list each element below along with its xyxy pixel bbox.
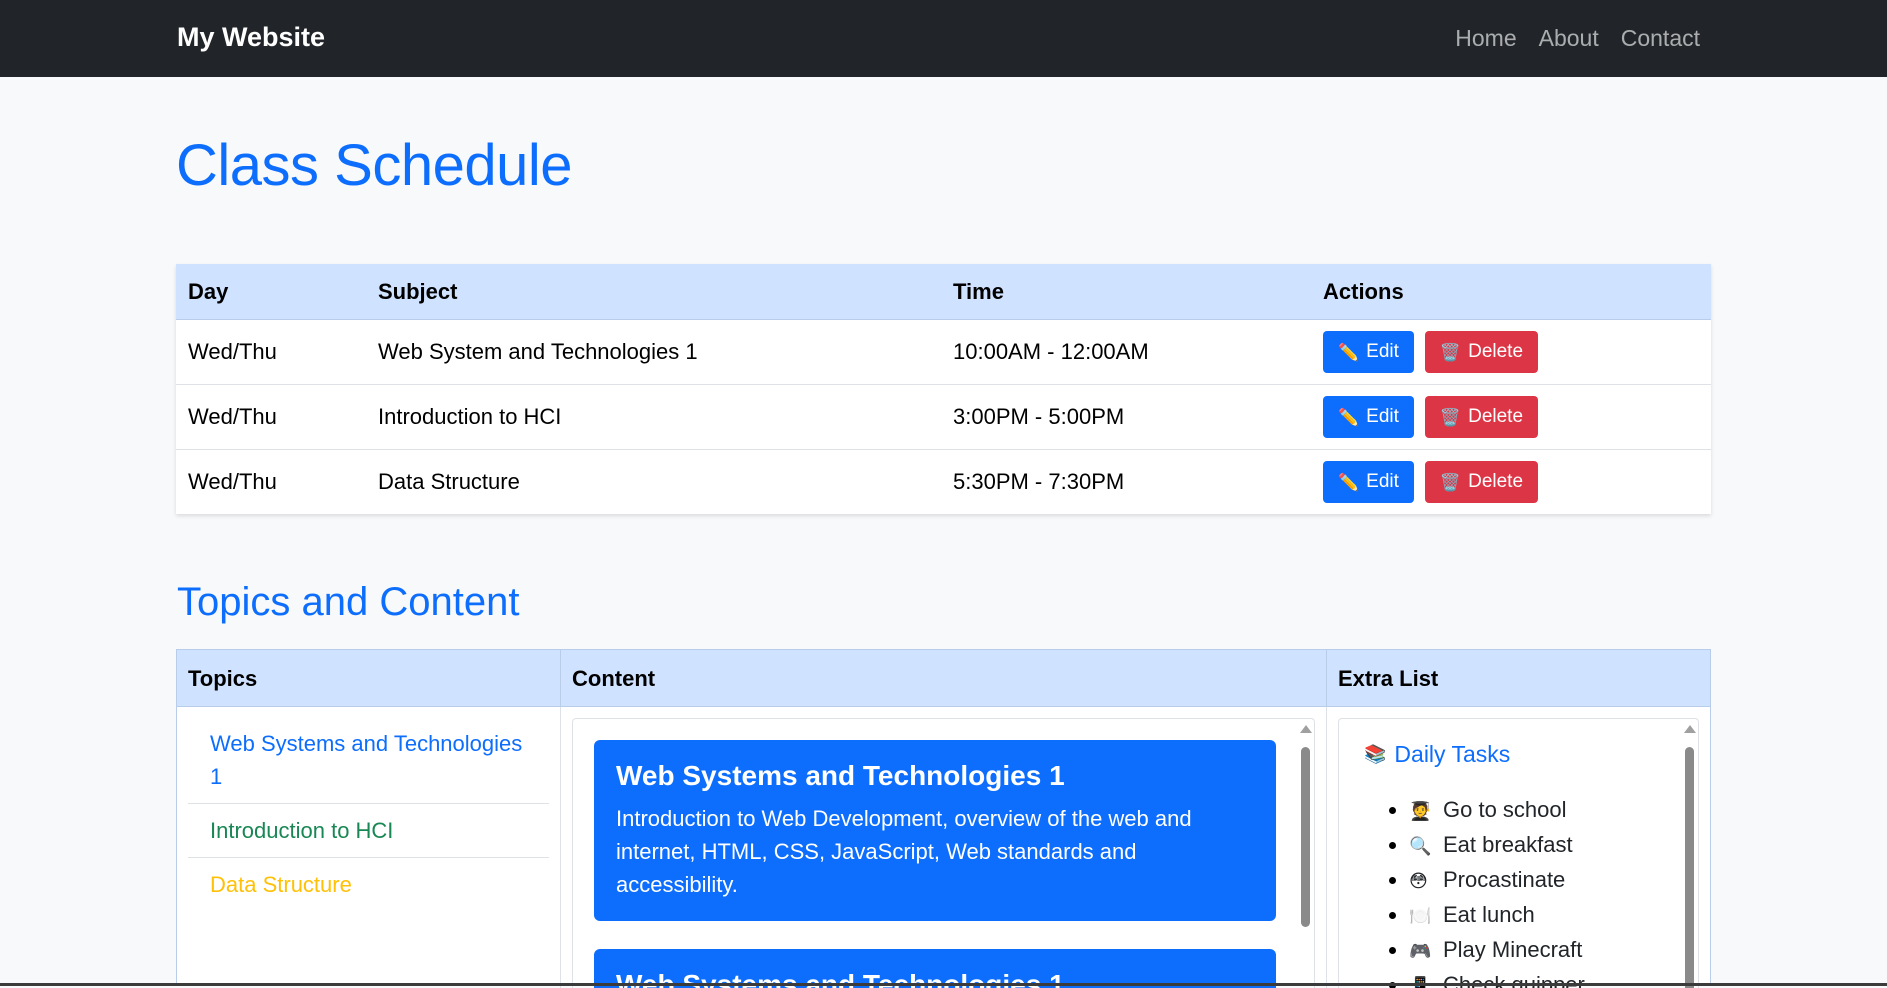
card-text: Introduction to Web Development, overvie… — [616, 806, 1192, 897]
schedule-header-row: Day Subject Time Actions — [176, 264, 1711, 320]
plate-icon: 🍽️ — [1409, 906, 1432, 926]
task-label: Play Minecraft — [1443, 937, 1583, 962]
extra-list-scroll-area[interactable]: 📚 Daily Tasks 🧑‍🎓 Go to school 🔍 Eat break… — [1338, 718, 1699, 988]
topics-table: Topics Content Extra List Web Systems an… — [176, 649, 1711, 988]
student-icon: 🧑‍🎓 — [1409, 801, 1432, 821]
actions-cell: ✏️ Edit 🗑️ Delete — [1311, 331, 1711, 373]
delete-button[interactable]: 🗑️ Delete — [1424, 396, 1539, 438]
time-cell: 10:00AM - 12:00AM — [953, 339, 1149, 364]
daily-tasks-heading: 📚 Daily Tasks — [1364, 741, 1510, 768]
edit-button[interactable]: ✏️ Edit — [1323, 461, 1414, 503]
list-item: 😳 Procastinate — [1409, 863, 1585, 898]
edit-label: Edit — [1366, 471, 1399, 492]
list-item: Introduction to HCI — [188, 804, 549, 858]
topics-cell: Web Systems and Technologies 1 Introduct… — [177, 707, 561, 988]
topic-list: Web Systems and Technologies 1 Introduct… — [177, 707, 560, 911]
books-icon: 📚 — [1364, 744, 1387, 764]
card-title: Web Systems and Technologies 1 — [616, 760, 1065, 791]
day-cell: Wed/Thu — [188, 404, 277, 429]
actions-cell: ✏️ Edit 🗑️ Delete — [1311, 461, 1711, 503]
delete-label: Delete — [1468, 471, 1524, 492]
day-cell: Wed/Thu — [188, 469, 277, 494]
topics-body-row: Web Systems and Technologies 1 Introduct… — [177, 707, 1710, 988]
daily-tasks-list: 🧑‍🎓 Go to school 🔍 Eat breakfast 😳 Procasti… — [1381, 793, 1585, 988]
content-scrollbar[interactable] — [1298, 725, 1312, 988]
navbar: My Website Home About Contact — [0, 0, 1887, 77]
column-header-content: Content — [561, 650, 1327, 706]
task-label: Procastinate — [1443, 867, 1566, 892]
list-item: Data Structure — [188, 858, 549, 911]
edit-button[interactable]: ✏️ Edit — [1323, 331, 1414, 373]
topics-header-row: Topics Content Extra List — [177, 650, 1710, 707]
nav-links: Home About Contact — [1455, 25, 1700, 52]
content-scroll-area[interactable]: Web Systems and Technologies 1 Introduct… — [572, 718, 1315, 988]
column-header-extra-list: Extra List — [1338, 666, 1439, 691]
scroll-up-arrow-icon[interactable] — [1684, 725, 1696, 733]
trash-icon: 🗑️ — [1439, 407, 1462, 427]
column-header-topics: Topics — [177, 650, 561, 706]
section-title: Topics and Content — [177, 580, 520, 624]
flushed-face-icon: 😳 — [1409, 871, 1428, 891]
trash-icon: 🗑️ — [1439, 472, 1462, 492]
schedule-table: Day Subject Time Actions Wed/Thu Web Sys… — [176, 264, 1711, 514]
delete-label: Delete — [1468, 341, 1524, 362]
edit-label: Edit — [1366, 406, 1399, 427]
topic-link-web-systems[interactable]: Web Systems and Technologies 1 — [210, 731, 522, 789]
time-cell: 3:00PM - 5:00PM — [953, 404, 1125, 429]
column-header-day: Day — [188, 278, 229, 304]
column-header-actions: Actions — [1323, 278, 1404, 304]
delete-button[interactable]: 🗑️ Delete — [1424, 331, 1539, 373]
list-item: 🍽️ Eat lunch — [1409, 898, 1585, 933]
list-item: 🔍 Eat breakfast — [1409, 828, 1585, 863]
subject-cell: Introduction to HCI — [378, 404, 562, 429]
nav-link-home[interactable]: Home — [1455, 25, 1516, 52]
task-label: Eat lunch — [1443, 902, 1535, 927]
brand-logo[interactable]: My Website — [177, 22, 325, 53]
scroll-thumb[interactable] — [1685, 747, 1694, 988]
content-card: Web Systems and Technologies 1 Introduct… — [594, 740, 1276, 921]
daily-tasks-title: Daily Tasks — [1394, 741, 1511, 767]
list-item: Web Systems and Technologies 1 — [188, 717, 549, 804]
magnifier-icon: 🔍 — [1409, 836, 1432, 856]
table-row: Wed/Thu Data Structure 5:30PM - 7:30PM ✏… — [176, 450, 1711, 514]
day-cell: Wed/Thu — [188, 339, 277, 364]
scroll-up-arrow-icon[interactable] — [1300, 725, 1312, 733]
delete-label: Delete — [1468, 406, 1524, 427]
column-header-time: Time — [953, 278, 1004, 304]
table-row: Wed/Thu Web System and Technologies 1 10… — [176, 320, 1711, 385]
subject-cell: Data Structure — [378, 469, 520, 494]
column-header-subject: Subject — [378, 278, 458, 304]
pencil-icon: ✏️ — [1338, 342, 1360, 362]
scroll-thumb[interactable] — [1301, 747, 1310, 927]
edit-label: Edit — [1366, 341, 1399, 362]
task-label: Go to school — [1443, 797, 1567, 822]
trash-icon: 🗑️ — [1439, 342, 1462, 362]
edit-button[interactable]: ✏️ Edit — [1323, 396, 1414, 438]
task-label: Eat breakfast — [1443, 832, 1573, 857]
list-item: 🧑‍🎓 Go to school — [1409, 793, 1585, 828]
pencil-icon: ✏️ — [1338, 472, 1360, 492]
page-title: Class Schedule — [176, 133, 573, 198]
pencil-icon: ✏️ — [1338, 407, 1360, 427]
topic-link-data-structure[interactable]: Data Structure — [210, 872, 352, 897]
table-row: Wed/Thu Introduction to HCI 3:00PM - 5:0… — [176, 385, 1711, 450]
list-item: 🎮 Play Minecraft — [1409, 933, 1585, 968]
actions-cell: ✏️ Edit 🗑️ Delete — [1311, 396, 1711, 438]
content-cell: Web Systems and Technologies 1 Introduct… — [561, 707, 1327, 988]
delete-button[interactable]: 🗑️ Delete — [1424, 461, 1539, 503]
subject-cell: Web System and Technologies 1 — [378, 339, 698, 364]
nav-link-about[interactable]: About — [1539, 25, 1599, 52]
game-controller-icon: 🎮 — [1409, 941, 1432, 961]
extra-list-cell: 📚 Daily Tasks 🧑‍🎓 Go to school 🔍 Eat break… — [1327, 707, 1710, 988]
time-cell: 5:30PM - 7:30PM — [953, 469, 1125, 494]
extra-list-scrollbar[interactable] — [1682, 725, 1696, 988]
topic-link-hci[interactable]: Introduction to HCI — [210, 818, 393, 843]
nav-link-contact[interactable]: Contact — [1621, 25, 1700, 52]
